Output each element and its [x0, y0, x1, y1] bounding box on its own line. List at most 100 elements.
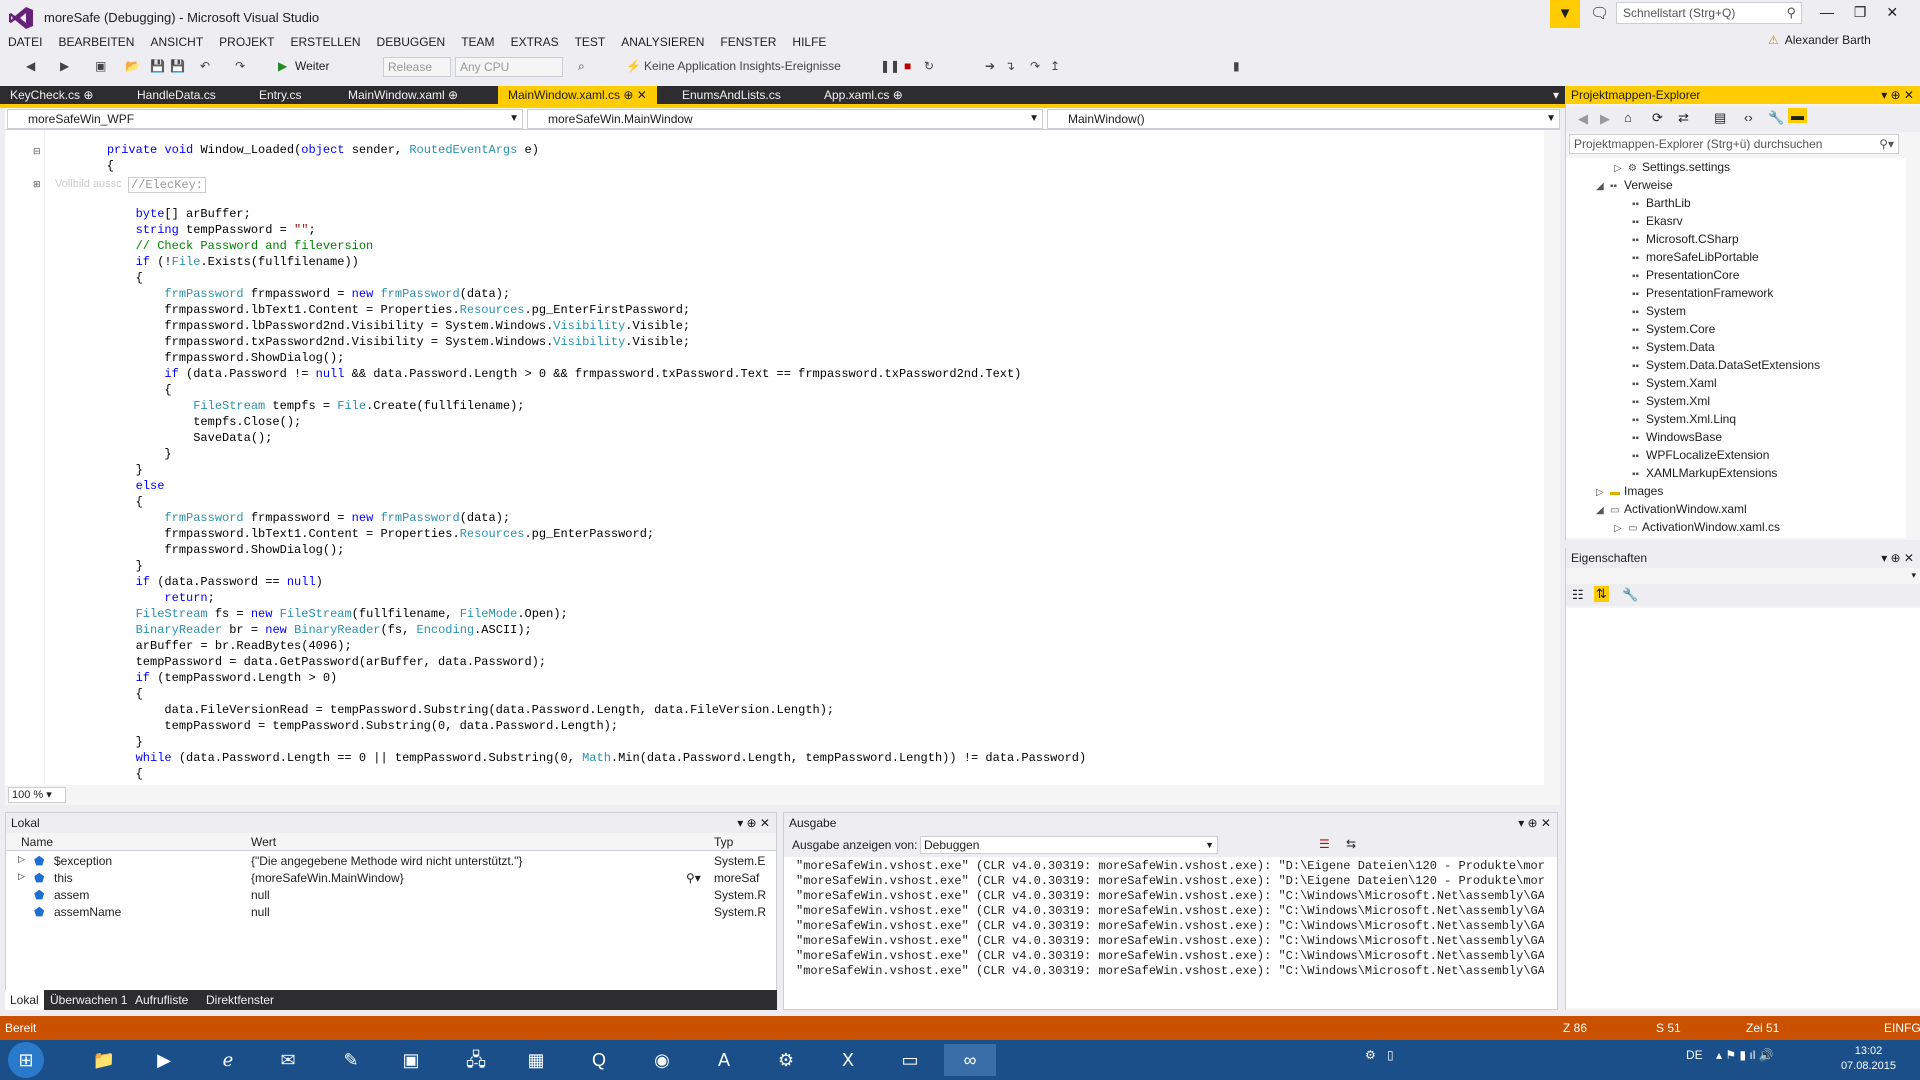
pin-icon[interactable]: ⊕: [893, 88, 903, 102]
categorized-icon[interactable]: ☷: [1572, 587, 1584, 603]
object-selector-dropdown[interactable]: ▾: [1566, 570, 1920, 580]
expand-icon[interactable]: ▷: [1614, 520, 1628, 538]
tree-item-reference[interactable]: ▪▪ moreSafeLibPortable: [1632, 248, 1759, 266]
editor-scrollbar[interactable]: [1544, 130, 1560, 785]
back-icon[interactable]: ◀: [1578, 111, 1588, 127]
collapse-icon[interactable]: ◢: [1596, 178, 1610, 196]
expand-icon[interactable]: ▷: [18, 871, 25, 882]
tree-scrollbar[interactable]: [1906, 158, 1920, 538]
stop-icon[interactable]: ■: [904, 59, 911, 73]
table-row[interactable]: ⬟ assemName null System.R: [6, 904, 776, 921]
show-next-statement-icon[interactable]: ➔: [985, 59, 995, 73]
tree-item-reference[interactable]: ▪▪ System.Data: [1632, 338, 1715, 356]
tab-entry[interactable]: Entry.cs: [249, 86, 311, 104]
tab-mainwindow-xaml-cs[interactable]: MainWindow.xaml.cs ⊕ ✕: [498, 86, 657, 104]
col-name[interactable]: Name: [21, 835, 53, 849]
tree-item-activationwindow-cs[interactable]: ▷ ▭ ActivationWindow.xaml.cs: [1614, 518, 1780, 536]
explorer-icon[interactable]: 📁: [78, 1044, 130, 1076]
restart-icon[interactable]: ↻: [924, 59, 934, 73]
output-source-dropdown[interactable]: Debuggen ▼: [920, 836, 1218, 854]
quick-launch-input[interactable]: Schnellstart (Strg+Q) ⚲: [1616, 2, 1802, 24]
sync-icon[interactable]: ⟳: [1652, 110, 1663, 126]
tab-ueberwachen[interactable]: Überwachen 1: [45, 990, 132, 1010]
code-editor[interactable]: ⊟ ⊞ Vollbild aussc //ElecKey: private vo…: [5, 130, 1560, 785]
refresh-icon[interactable]: ⇄: [1678, 110, 1689, 126]
xming-icon[interactable]: X: [822, 1044, 874, 1076]
code-text[interactable]: private void Window_Loaded(object sender…: [78, 142, 1086, 782]
save-icon[interactable]: 💾: [150, 59, 165, 73]
undo-icon[interactable]: ↶: [200, 59, 210, 73]
menu-datei[interactable]: DATEI: [0, 32, 50, 52]
forward-icon[interactable]: ▶: [1600, 111, 1610, 127]
table-row[interactable]: ▷ ⬟ this {moreSafeWin.MainWindow} ⚲▾ moreSaf: [6, 870, 776, 887]
window-app-icon[interactable]: ▭: [884, 1044, 936, 1076]
network-icon[interactable]: 🖧: [450, 1044, 502, 1076]
save-all-icon[interactable]: 💾: [170, 59, 185, 73]
visual-studio-taskbar-icon[interactable]: ∞: [944, 1044, 996, 1076]
tab-direktfenster[interactable]: Direktfenster: [201, 990, 279, 1010]
pin-icon[interactable]: ⊕: [623, 88, 633, 102]
feedback-icon[interactable]: 🗨: [1590, 4, 1609, 22]
expand-icon[interactable]: ⊞: [33, 179, 41, 190]
menu-hilfe[interactable]: HILFE: [784, 32, 834, 52]
class-dropdown[interactable]: moreSafeWin.MainWindow ▼: [527, 109, 1043, 129]
forward-icon[interactable]: ▶: [60, 59, 69, 73]
tree-item-reference[interactable]: ▪▪ System.Core: [1632, 320, 1715, 338]
solution-search-input[interactable]: Projektmappen-Explorer (Strg+ü) durchsuc…: [1569, 134, 1899, 154]
panel-controls[interactable]: ▾ ⊕ ✕: [1881, 548, 1914, 568]
tree-item-reference[interactable]: ▪▪ BarthLib: [1632, 194, 1691, 212]
code-icon[interactable]: ‹›: [1744, 110, 1753, 125]
calculator-icon[interactable]: ▦: [510, 1044, 562, 1076]
expand-icon[interactable]: ▷: [18, 854, 25, 865]
tree-item-reference[interactable]: ▪▪ PresentationCore: [1632, 266, 1739, 284]
qlik-icon[interactable]: Q: [573, 1044, 625, 1076]
tree-item-reference[interactable]: ▪▪ System.Xml.Linq: [1632, 410, 1736, 428]
continue-button[interactable]: Weiter: [295, 59, 329, 73]
table-row[interactable]: ⬟ assem null System.R: [6, 887, 776, 904]
tree-item-reference[interactable]: ▪▪ WindowsBase: [1632, 428, 1722, 446]
output-text[interactable]: "moreSafeWin.vshost.exe" (CLR v4.0.30319…: [796, 859, 1544, 979]
tray-doc-icon[interactable]: ▯: [1387, 1048, 1394, 1062]
property-pages-icon[interactable]: 🔧: [1622, 587, 1638, 603]
tree-item-settings[interactable]: ▷ ⚙ Settings.settings: [1614, 158, 1730, 176]
step-over-icon[interactable]: ↷: [1030, 59, 1040, 73]
tab-aufrufliste[interactable]: Aufrufliste: [130, 990, 193, 1010]
tree-item-reference[interactable]: ▪▪ XAMLMarkupExtensions: [1632, 464, 1777, 482]
table-row[interactable]: ▷ ⬟ $exception {"Die angegebene Methode wir…: [6, 853, 776, 870]
pin-icon[interactable]: ⊕: [448, 88, 458, 102]
word-wrap-icon[interactable]: ⇆: [1346, 837, 1356, 851]
language-indicator[interactable]: DE: [1686, 1048, 1703, 1062]
tree-item-reference[interactable]: ▪▪ System.Data.DataSetExtensions: [1632, 356, 1820, 374]
tab-keycheck[interactable]: KeyCheck.cs ⊕: [0, 86, 103, 104]
tree-item-reference[interactable]: ▪▪ Ekasrv: [1632, 212, 1683, 230]
settings-gear-icon[interactable]: ⚙: [760, 1044, 812, 1076]
app-icon[interactable]: ▣: [385, 1044, 437, 1076]
pin-icon[interactable]: ▬: [1788, 108, 1807, 123]
menu-debuggen[interactable]: DEBUGGEN: [369, 32, 454, 52]
panel-controls[interactable]: ▾ ⊕ ✕: [737, 813, 770, 833]
tree-item-reference[interactable]: ▪▪ System: [1632, 302, 1686, 320]
tree-item-reference[interactable]: ▪▪ Microsoft.CSharp: [1632, 230, 1739, 248]
platform-dropdown[interactable]: Any CPU: [455, 57, 563, 77]
tab-lokal[interactable]: Lokal: [5, 990, 44, 1010]
panel-controls[interactable]: ▾ ⊕ ✕: [1518, 813, 1551, 833]
notepad-icon[interactable]: ✎: [325, 1044, 377, 1076]
media-player-icon[interactable]: ▶: [138, 1044, 190, 1076]
tree-item-reference[interactable]: ▪▪ WPFLocalizeExtension: [1632, 446, 1769, 464]
tab-mainwindow-xaml[interactable]: MainWindow.xaml ⊕: [338, 86, 468, 104]
clock[interactable]: 13:02 07.08.2015: [1841, 1044, 1896, 1074]
menu-erstellen[interactable]: ERSTELLEN: [283, 32, 369, 52]
menu-analysieren[interactable]: ANALYSIEREN: [613, 32, 712, 52]
menu-bearbeiten[interactable]: BEARBEITEN: [50, 32, 142, 52]
user-account[interactable]: ⚠ Alexander Barth: [1768, 33, 1871, 47]
tree-item-reference[interactable]: ▪▪ System.Xaml: [1632, 374, 1717, 392]
pause-icon[interactable]: ❚❚: [880, 59, 900, 73]
tray-icons[interactable]: ▴ ⚑ ▮ ıl 🔊: [1716, 1048, 1774, 1062]
close-icon[interactable]: ✕: [637, 88, 647, 102]
menu-ansicht[interactable]: ANSICHT: [142, 32, 211, 52]
continue-icon[interactable]: ▶: [278, 59, 287, 73]
bookmark-icon[interactable]: ▮: [1233, 59, 1240, 73]
project-dropdown[interactable]: moreSafeWin_WPF ▼: [7, 109, 523, 129]
tab-handledata[interactable]: HandleData.cs: [127, 86, 226, 104]
collapse-icon[interactable]: ⊟: [33, 146, 41, 157]
